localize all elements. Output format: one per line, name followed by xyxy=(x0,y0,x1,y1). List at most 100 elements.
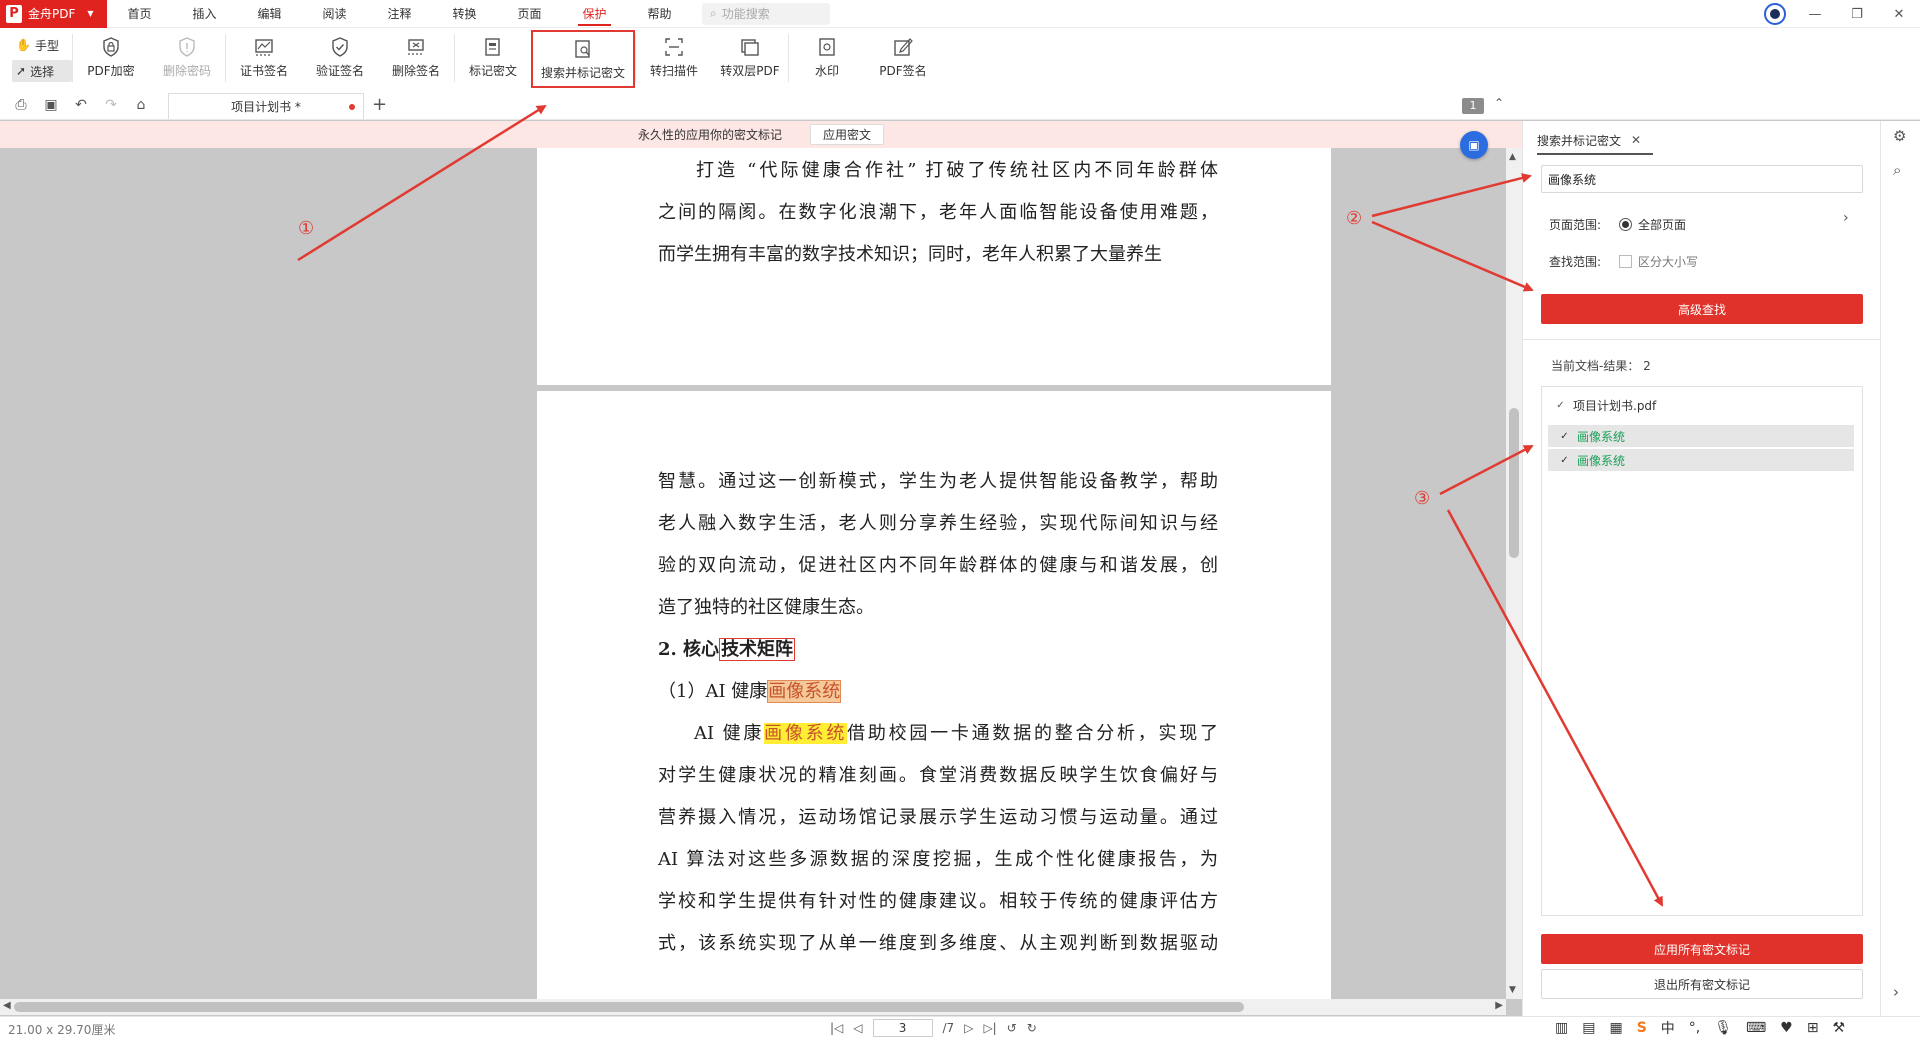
hand-icon: ✋ xyxy=(16,38,31,52)
restore-icon[interactable]: ❐ xyxy=(1836,7,1878,22)
mode-group: ✋ 手型 ➚ 选择 xyxy=(0,28,72,82)
case-sensitive-checkbox[interactable] xyxy=(1619,255,1632,268)
add-tab-icon[interactable]: + xyxy=(372,94,387,115)
menu-page[interactable]: 页面 xyxy=(497,0,562,28)
vertical-scrollbar[interactable]: ▲ ▼ xyxy=(1506,148,1522,999)
chevron-right-icon[interactable]: › xyxy=(1893,983,1899,1001)
keyboard-icon[interactable]: ⌨ xyxy=(1746,1020,1766,1036)
scroll-right-icon[interactable]: ▶ xyxy=(1495,1000,1503,1011)
tools-icon[interactable]: ⚒ xyxy=(1833,1020,1846,1036)
remove-password-button[interactable]: 删除密码 xyxy=(149,28,225,84)
hand-mode-label: 手型 xyxy=(34,38,59,53)
apps-grid-icon[interactable]: ⊞ xyxy=(1807,1020,1819,1036)
scroll-thumb[interactable] xyxy=(1509,408,1519,558)
horizontal-scrollbar[interactable]: ◀ ▶ xyxy=(0,999,1506,1015)
ime-chinese-icon[interactable]: 中 xyxy=(1661,1018,1675,1038)
delete-sign-button[interactable]: 删除签名 xyxy=(378,28,454,84)
search-and-redact-button[interactable]: 搜索并标记密文 xyxy=(531,30,635,88)
rotate-left-icon[interactable]: ↺ xyxy=(1007,1021,1017,1035)
shield-lock-icon xyxy=(103,37,119,57)
result-item[interactable]: ✓ 画像系统 xyxy=(1548,449,1854,471)
redaction-mark[interactable]: 技术矩阵 xyxy=(719,638,796,661)
first-page-icon[interactable]: |◁ xyxy=(830,1021,843,1035)
home-icon[interactable]: ⌂ xyxy=(126,97,156,113)
menu-edit[interactable]: 编辑 xyxy=(237,0,302,28)
close-icon[interactable]: ✕ xyxy=(1878,7,1920,22)
avatar[interactable] xyxy=(1764,3,1786,25)
menu-convert[interactable]: 转换 xyxy=(432,0,497,28)
verify-sign-button[interactable]: 验证签名 xyxy=(302,28,378,84)
results-list: ✓ 项目计划书.pdf ✓ 画像系统 ✓ 画像系统 xyxy=(1541,386,1863,916)
page-range-label: 页面范围: xyxy=(1549,218,1602,232)
to-scan-button[interactable]: 转扫描件 xyxy=(636,28,712,84)
redo-icon[interactable]: ↷ xyxy=(96,97,126,113)
undo-icon[interactable]: ↶ xyxy=(66,97,96,113)
fit-page-icon[interactable]: ▦ xyxy=(1609,1020,1622,1036)
double-layer-pdf-button[interactable]: 转双层PDF xyxy=(712,28,788,84)
certificate-sign-button[interactable]: 证书签名 xyxy=(226,28,302,84)
line-prefix: AI 健康 xyxy=(694,723,765,744)
scroll-up-icon[interactable]: ▲ xyxy=(1509,152,1516,162)
apply-all-redactions-button[interactable]: 应用所有密文标记 xyxy=(1541,934,1863,964)
chevron-right-icon[interactable]: › xyxy=(1843,210,1849,226)
prev-page-icon[interactable]: ◁ xyxy=(853,1021,862,1035)
menu-insert[interactable]: 插入 xyxy=(172,0,237,28)
next-page-icon[interactable]: ▷ xyxy=(964,1021,973,1035)
scroll-left-icon[interactable]: ◀ xyxy=(3,1000,11,1011)
punctuation-icon[interactable]: °, xyxy=(1689,1020,1700,1036)
step-marker: ① xyxy=(298,218,315,239)
ime-logo-icon[interactable]: S xyxy=(1637,1020,1647,1036)
page-range-radio[interactable] xyxy=(1619,218,1632,231)
check-icon[interactable]: ✓ xyxy=(1558,454,1571,467)
menu-home[interactable]: 首页 xyxy=(107,0,172,28)
close-icon[interactable]: ✕ xyxy=(1631,133,1641,147)
menu-read[interactable]: 阅读 xyxy=(302,0,367,28)
rotate-right-icon[interactable]: ↻ xyxy=(1027,1021,1037,1035)
select-mode-button[interactable]: ➚ 选择 xyxy=(12,60,72,82)
line-suffix: 借助校园一卡通数据的整合分析，实现了 xyxy=(847,723,1218,744)
page-layout-icon[interactable]: ▤ xyxy=(1582,1020,1595,1036)
watermark-label: 水印 xyxy=(814,64,839,78)
microphone-icon[interactable]: 🎙 xyxy=(1714,1020,1732,1036)
panel-tab[interactable]: 搜索并标记密文 ✕ xyxy=(1537,127,1653,155)
menu-help[interactable]: 帮助 xyxy=(627,0,692,28)
app-menu-button[interactable]: P 金舟PDF ▼ xyxy=(0,0,107,28)
print-icon[interactable]: ⎙ xyxy=(6,97,36,113)
function-search-input[interactable]: ⌕ 功能搜索 xyxy=(702,2,830,25)
total-pages: /7 xyxy=(942,1021,955,1035)
view-mode-icon[interactable]: ▥ xyxy=(1555,1020,1568,1036)
watermark-button[interactable]: 水印 xyxy=(789,28,865,84)
minimize-icon[interactable]: — xyxy=(1794,7,1836,22)
floating-redact-icon[interactable]: ▣ xyxy=(1460,131,1488,159)
check-icon[interactable]: ✓ xyxy=(1558,430,1571,443)
scroll-thumb[interactable] xyxy=(14,1002,1244,1012)
settings-sliders-icon[interactable]: ⚙ xyxy=(1893,127,1906,145)
skin-icon[interactable]: ♥ xyxy=(1780,1020,1793,1036)
pdf-sign-button[interactable]: PDF签名 xyxy=(865,28,941,84)
search-input[interactable]: 画像系统 xyxy=(1541,165,1863,193)
pdf-encrypt-button[interactable]: PDF加密 xyxy=(73,28,149,84)
menu-annotate[interactable]: 注释 xyxy=(367,0,432,28)
search-match-highlight[interactable]: 画像系统 xyxy=(767,680,842,703)
system-tray: ▥ ▤ ▦ S 中 °, 🎙 ⌨ ♥ ⊞ ⚒ xyxy=(1555,1018,1845,1038)
save-icon[interactable]: ▣ xyxy=(36,97,66,113)
search-icon[interactable]: ⌕ xyxy=(1893,161,1901,179)
check-icon[interactable]: ✓ xyxy=(1554,399,1567,412)
chevron-up-icon[interactable]: ⌃ xyxy=(1494,96,1504,110)
advanced-search-button[interactable]: 高级查找 xyxy=(1541,294,1863,324)
search-match-highlight[interactable]: 画像系统 xyxy=(764,723,848,744)
menu-protect[interactable]: 保护 xyxy=(562,0,627,28)
hand-mode-button[interactable]: ✋ 手型 xyxy=(12,34,72,56)
result-file-row[interactable]: ✓ 项目计划书.pdf xyxy=(1554,397,1656,414)
pdf-page: 打造 “代际健康合作社” 打破了传统社区内不同年龄群体 之间的隔阂。在数字化浪潮… xyxy=(537,148,1331,385)
document-tab[interactable]: 项目计划书 * xyxy=(168,93,364,119)
result-count: 2 xyxy=(1643,359,1651,373)
divider xyxy=(1523,339,1881,340)
last-page-icon[interactable]: ▷| xyxy=(983,1021,996,1035)
exit-all-redactions-button[interactable]: 退出所有密文标记 xyxy=(1541,969,1863,999)
mark-redaction-button[interactable]: 标记密文 xyxy=(455,28,531,84)
result-item[interactable]: ✓ 画像系统 xyxy=(1548,425,1854,447)
page-number-input[interactable]: 3 xyxy=(872,1019,933,1037)
scroll-down-icon[interactable]: ▼ xyxy=(1509,985,1516,995)
apply-redaction-button[interactable]: 应用密文 xyxy=(810,124,885,145)
